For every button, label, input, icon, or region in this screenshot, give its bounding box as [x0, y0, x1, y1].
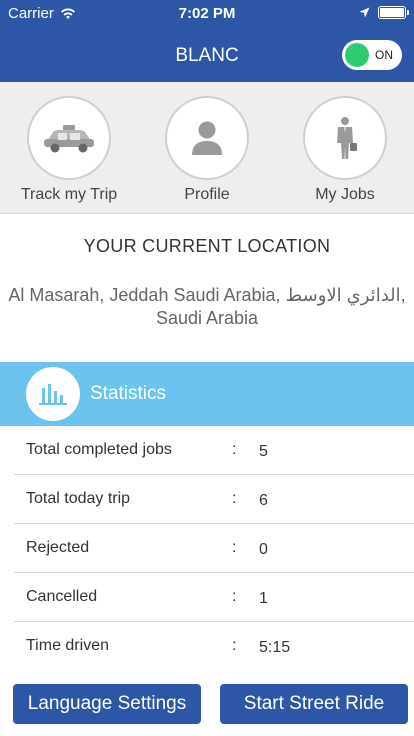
my-jobs-shortcut[interactable]: My Jobs: [276, 96, 414, 204]
availability-toggle[interactable]: ON: [342, 40, 402, 70]
location-heading: YOUR CURRENT LOCATION: [83, 236, 331, 256]
location-address: Al Masarah, Jeddah Saudi Arabia, الدائري…: [8, 285, 406, 328]
briefcase-man-icon: [337, 117, 357, 159]
stat-label: Rejected: [26, 539, 90, 556]
stat-separator: :: [232, 539, 237, 556]
stat-row-cancelled: Cancelled : 1: [14, 573, 414, 622]
stat-value: 6: [259, 492, 268, 509]
stat-value: 5:15: [259, 639, 291, 656]
statistics-header: Statistics: [0, 362, 414, 426]
track-trip-label: Track my Trip: [20, 186, 118, 203]
stat-separator: :: [232, 441, 237, 458]
stat-separator: :: [232, 490, 237, 507]
track-trip-circle[interactable]: [27, 96, 111, 180]
statistics-icon-circle: [26, 367, 80, 421]
profile-circle[interactable]: [165, 96, 249, 180]
stat-separator: :: [232, 588, 237, 605]
shortcut-bar: Track my Trip Profile My Jobs: [0, 82, 414, 214]
stat-row-today-trip: Total today trip : 6: [14, 475, 414, 524]
status-time: 7:02 PM: [178, 5, 236, 22]
toggle-knob: [345, 43, 369, 67]
toggle-label: ON: [375, 48, 393, 62]
language-settings-button[interactable]: Language Settings: [13, 684, 201, 724]
stat-value: 5: [259, 443, 268, 460]
location-arrow-icon: [359, 7, 370, 18]
nav-bar: BLANC ON: [0, 28, 414, 82]
stat-value: 0: [259, 541, 268, 558]
stat-row-rejected: Rejected : 0: [14, 524, 414, 573]
stat-row-completed-jobs: Total completed jobs : 5: [14, 426, 414, 475]
profile-label: Profile: [184, 186, 230, 203]
battery-icon: [378, 6, 409, 19]
bar-chart-icon: [39, 384, 67, 405]
status-bar: Carrier 7:02 PM: [0, 0, 414, 28]
stat-value: 1: [259, 590, 268, 607]
stat-label: Total completed jobs: [26, 441, 172, 458]
my-jobs-label: My Jobs: [315, 186, 375, 203]
start-street-ride-button[interactable]: Start Street Ride: [220, 684, 408, 724]
stat-row-time-driven: Time driven : 5:15: [14, 622, 414, 671]
current-location-section: YOUR CURRENT LOCATION Al Masarah, Jeddah…: [0, 214, 414, 362]
statistics-title: Statistics: [90, 383, 167, 404]
stat-separator: :: [232, 637, 237, 654]
stat-label: Cancelled: [26, 588, 98, 605]
user-icon: [192, 121, 222, 155]
profile-shortcut[interactable]: Profile: [138, 96, 276, 204]
statistics-list: Total completed jobs : 5 Total today tri…: [14, 426, 414, 671]
track-trip-shortcut[interactable]: Track my Trip: [0, 96, 138, 204]
my-jobs-circle[interactable]: [303, 96, 387, 180]
stat-label: Total today trip: [26, 490, 131, 507]
stat-label: Time driven: [26, 637, 109, 654]
status-indicators: [359, 6, 409, 19]
taxi-icon: [44, 125, 94, 153]
